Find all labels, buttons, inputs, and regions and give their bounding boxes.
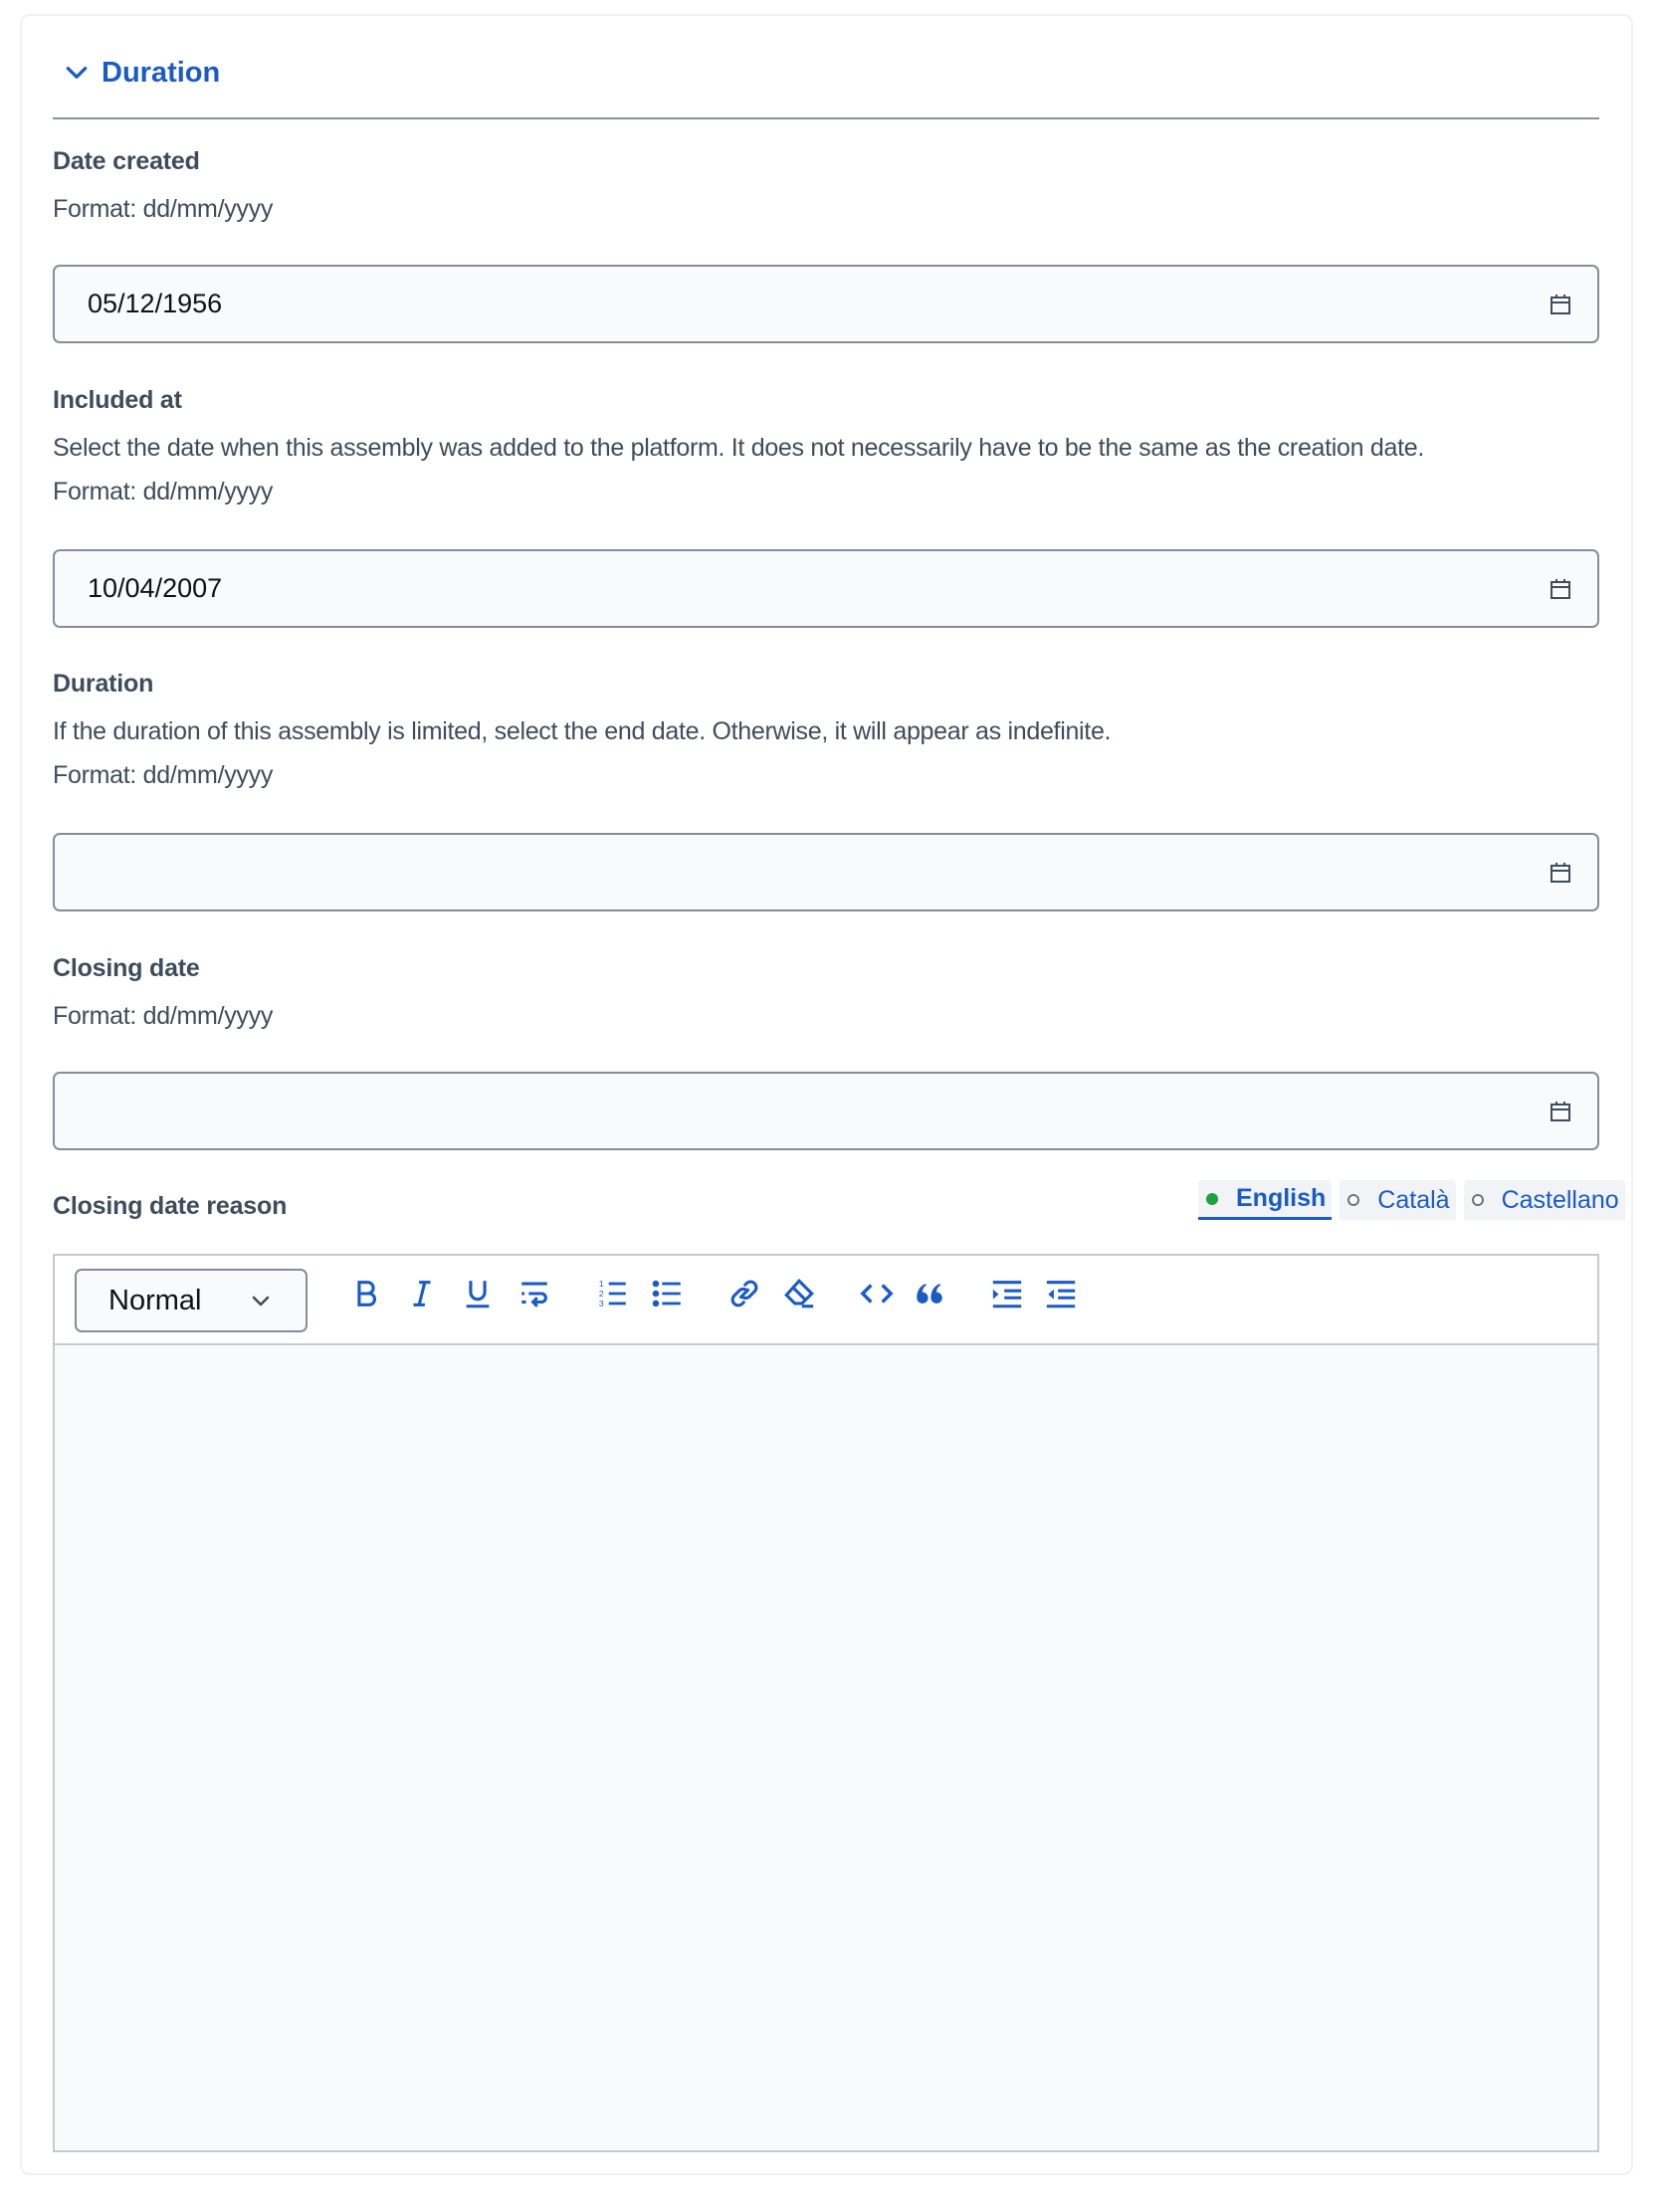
closing-date-input[interactable] (55, 1074, 1508, 1148)
link-button[interactable] (724, 1274, 764, 1313)
block-format-select[interactable]: Normal (75, 1269, 308, 1332)
tab-english[interactable]: English (1198, 1180, 1333, 1220)
italic-button[interactable] (402, 1274, 442, 1313)
editor-toolbar: Normal 123 (55, 1256, 1597, 1345)
blockquote-button[interactable] (910, 1274, 949, 1313)
rich-text-editor: Normal 123 (53, 1254, 1599, 2152)
blockquote-icon (917, 1284, 942, 1304)
calendar-icon[interactable] (1549, 577, 1572, 601)
code-icon (860, 1284, 894, 1304)
svg-text:1: 1 (599, 1279, 604, 1289)
bullet-list-button[interactable] (648, 1274, 688, 1313)
closing-date-label: Closing date (53, 954, 200, 982)
clear-format-icon (784, 1278, 814, 1308)
tab-label: Castellano (1501, 1185, 1619, 1214)
included-at-input[interactable] (55, 551, 1508, 626)
svg-text:3: 3 (599, 1299, 604, 1308)
duration-label: Duration (53, 670, 154, 698)
duration-format: Format: dd/mm/yyyy (53, 761, 274, 789)
untranslated-status-icon (1471, 1194, 1484, 1206)
underline-button[interactable] (458, 1274, 498, 1313)
bullet-list-icon (652, 1280, 681, 1307)
included-at-format: Format: dd/mm/yyyy (53, 478, 274, 505)
duration-field[interactable] (53, 833, 1599, 911)
duration-help: If the duration of this assembly is limi… (53, 717, 1112, 745)
tab-label: English (1236, 1184, 1327, 1212)
editor-content-area[interactable] (55, 1347, 1597, 2150)
section-divider (53, 117, 1599, 119)
duration-input[interactable] (55, 835, 1508, 909)
code-button[interactable] (857, 1274, 897, 1313)
chevron-down-icon (252, 1296, 270, 1307)
date-created-format: Format: dd/mm/yyyy (53, 195, 274, 223)
closing-date-field[interactable] (53, 1072, 1599, 1150)
bold-icon (357, 1281, 376, 1307)
closing-reason-label: Closing date reason (53, 1192, 288, 1220)
outdent-button[interactable] (1041, 1274, 1081, 1313)
indent-icon (992, 1281, 1022, 1308)
language-tabs: English Català Castellano (1198, 1180, 1625, 1222)
tab-catala[interactable]: Català (1340, 1180, 1456, 1220)
included-at-help: Select the date when this assembly was a… (53, 434, 1425, 462)
date-created-field[interactable] (53, 265, 1599, 343)
untranslated-status-icon (1347, 1194, 1360, 1206)
chevron-down-icon (66, 67, 88, 79)
section-title: Duration (102, 56, 221, 89)
calendar-icon[interactable] (1549, 861, 1572, 885)
block-format-value: Normal (108, 1284, 202, 1316)
translated-status-icon (1206, 1192, 1218, 1205)
ordered-list-button[interactable]: 123 (593, 1274, 633, 1313)
outdent-icon (1046, 1281, 1076, 1308)
calendar-icon[interactable] (1549, 293, 1572, 316)
duration-section-toggle[interactable]: Duration (64, 52, 220, 94)
tab-castellano[interactable]: Castellano (1463, 1180, 1625, 1220)
date-created-input[interactable] (55, 267, 1508, 341)
date-created-label: Date created (53, 147, 200, 175)
hard-break-icon (521, 1282, 547, 1307)
hard-break-button[interactable] (515, 1274, 554, 1313)
closing-date-format: Format: dd/mm/yyyy (53, 1002, 274, 1030)
clear-format-button[interactable] (779, 1274, 819, 1313)
svg-text:2: 2 (599, 1289, 604, 1299)
link-icon (730, 1280, 758, 1307)
included-at-field[interactable] (53, 549, 1599, 628)
tab-label: Català (1377, 1185, 1450, 1214)
bold-button[interactable] (346, 1274, 386, 1313)
calendar-icon[interactable] (1549, 1100, 1572, 1123)
underline-icon (466, 1281, 490, 1308)
ordered-list-icon: 123 (599, 1279, 626, 1308)
italic-icon (413, 1281, 431, 1307)
indent-button[interactable] (987, 1274, 1027, 1313)
included-at-label: Included at (53, 386, 182, 414)
